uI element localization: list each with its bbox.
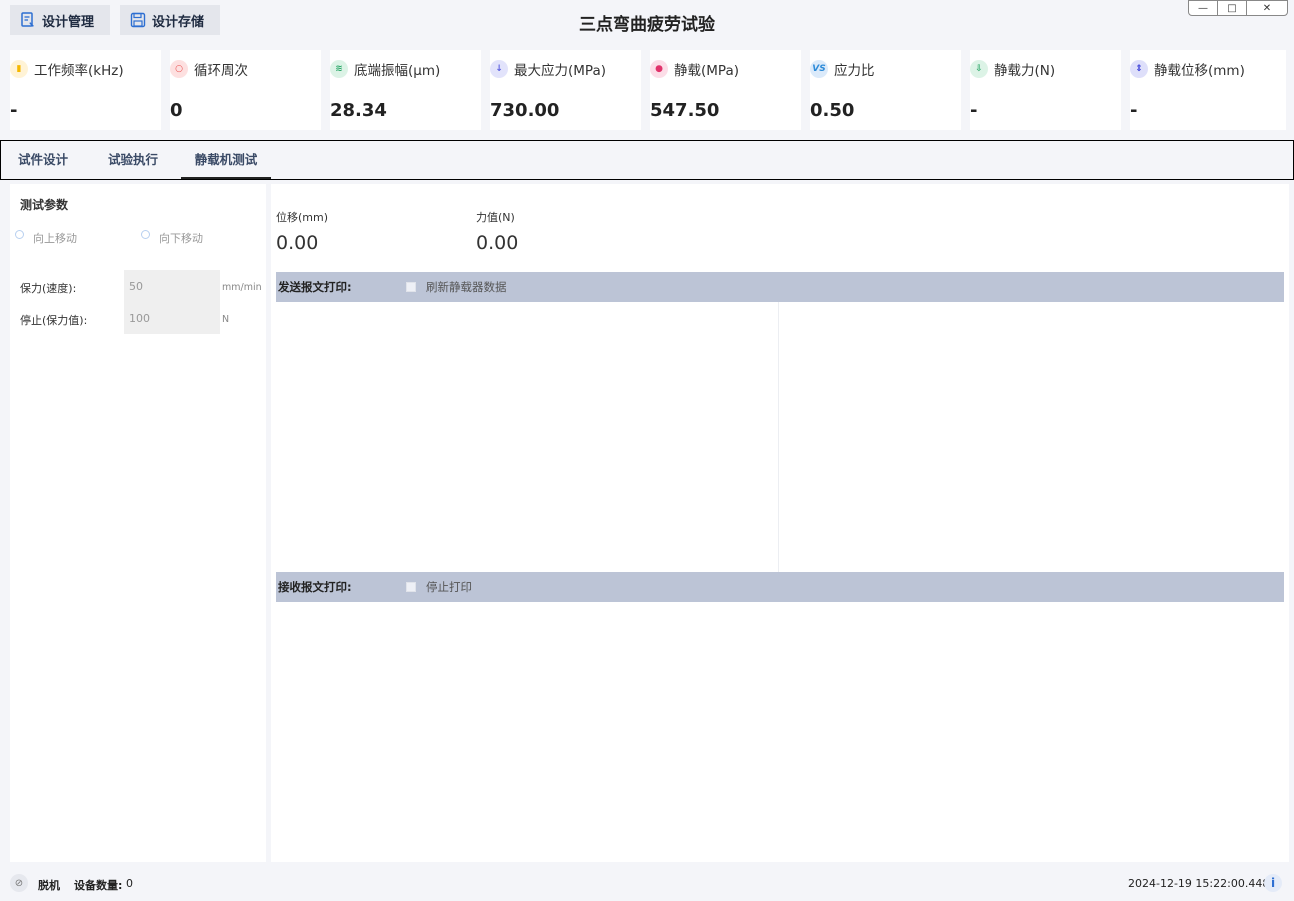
tab-test-execution[interactable]: 试验执行: [98, 141, 168, 179]
device-count-value: 0: [126, 877, 133, 890]
hold-speed-unit: mm/min: [222, 282, 262, 293]
stat-card-static-force: ⇩ 静载力(N) -: [970, 50, 1121, 130]
stop-hold-input[interactable]: [124, 302, 220, 334]
radio-label: 向上移动: [33, 232, 77, 245]
stat-card-frequency: ▮ 工作频率(kHz) -: [10, 50, 161, 130]
minimize-button[interactable]: —: [1188, 0, 1218, 16]
stat-card-cycles: ○ 循环周次 0: [170, 50, 321, 130]
link-broken-icon: ⊘: [10, 874, 28, 892]
stat-label: 应力比: [834, 63, 875, 79]
stat-value: -: [970, 100, 978, 121]
tab-specimen-design[interactable]: 试件设计: [9, 141, 77, 179]
recv-log-header: 接收报文打印: 停止打印: [276, 572, 1284, 602]
radio-move-down[interactable]: 向下移动: [141, 229, 203, 246]
radio-move-up[interactable]: 向上移动: [15, 229, 77, 246]
send-log-area[interactable]: [276, 302, 779, 572]
stat-label: 循环周次: [194, 63, 248, 79]
stat-value: -: [1130, 100, 1138, 121]
connection-status: 脱机: [38, 879, 60, 892]
weight-icon: ●: [650, 60, 668, 78]
stat-label: 最大应力(MPa): [514, 63, 606, 79]
checkbox-icon: [406, 582, 416, 592]
refresh-data-checkbox[interactable]: 刷新静载器数据: [406, 279, 507, 295]
stop-print-checkbox[interactable]: 停止打印: [406, 579, 472, 595]
stop-hold-label: 停止(保力值):: [20, 314, 88, 327]
stat-label: 静载位移(mm): [1154, 63, 1245, 79]
download-icon: ⇩: [970, 60, 988, 78]
checkbox-label: 刷新静载器数据: [426, 280, 507, 294]
stat-value: -: [10, 100, 18, 121]
bar-chart-icon: ▮: [10, 60, 28, 78]
tab-bar: 试件设计 试验执行 静载机测试: [0, 140, 1294, 180]
stat-value: 730.00: [490, 100, 560, 121]
radio-label: 向下移动: [159, 232, 203, 245]
radio-circle-icon: [141, 229, 150, 239]
send-log-area-secondary[interactable]: [780, 302, 1284, 572]
restore-button[interactable]: □: [1217, 0, 1247, 16]
timestamp: 2024-12-19 15:22:00.448: [1128, 877, 1270, 890]
send-log-label: 发送报文打印:: [278, 280, 352, 294]
stat-label: 静载力(N): [994, 63, 1056, 79]
wave-icon: ≋: [330, 60, 348, 78]
stat-value: 547.50: [650, 100, 720, 121]
stat-label: 工作频率(kHz): [34, 63, 124, 79]
hold-speed-input[interactable]: [124, 270, 220, 302]
test-params-panel: 测试参数 向上移动 向下移动 保力(速度): mm/min 停止(保力值): N: [10, 184, 266, 862]
panel-title: 测试参数: [20, 198, 69, 212]
close-button[interactable]: ✕: [1246, 0, 1288, 16]
radio-circle-icon: [15, 229, 24, 239]
stat-card-static-load: ● 静载(MPa) 547.50: [650, 50, 801, 130]
displacement-label: 位移(mm): [276, 211, 329, 224]
hold-speed-label: 保力(速度):: [20, 282, 77, 295]
status-bar: ⊘ 脱机 设备数量: 0 2024-12-19 15:22:00.448 i: [0, 866, 1294, 901]
arrow-down-icon: ↓: [490, 60, 508, 78]
ring-icon: ○: [170, 60, 188, 78]
info-icon[interactable]: i: [1264, 874, 1282, 892]
recv-log-label: 接收报文打印:: [278, 580, 352, 594]
stat-card-static-displacement: ⇕ 静载位移(mm) -: [1130, 50, 1286, 130]
stat-value: 0.50: [810, 100, 855, 121]
stat-value: 28.34: [330, 100, 387, 121]
app-title: 三点弯曲疲劳试验: [579, 15, 715, 35]
window-controls: — □ ✕: [1188, 0, 1288, 16]
stat-card-amplitude: ≋ 底端振幅(μm) 28.34: [330, 50, 481, 130]
checkbox-icon: [406, 282, 416, 292]
displacement-value: 0.00: [276, 232, 319, 254]
stat-label: 底端振幅(μm): [354, 63, 441, 79]
stat-value: 0: [170, 100, 183, 121]
stop-hold-unit: N: [222, 314, 230, 325]
title-bar: 设计管理 设计存储 三点弯曲疲劳试验 — □ ✕: [0, 0, 1294, 42]
tab-static-machine-test[interactable]: 静载机测试: [181, 141, 271, 179]
force-label: 力值(N): [476, 211, 515, 224]
stat-card-stress-ratio: VS 应力比 0.50: [810, 50, 961, 130]
send-log-header: 发送报文打印: 刷新静载器数据: [276, 272, 1284, 302]
static-machine-panel: 位移(mm) 0.00 力值(N) 0.00 发送报文打印: 刷新静载器数据 接…: [271, 184, 1289, 862]
stat-label: 静载(MPa): [674, 63, 739, 79]
stats-row: ▮ 工作频率(kHz) - ○ 循环周次 0 ≋ 底端振幅(μm) 28.34 …: [10, 50, 1286, 130]
force-value: 0.00: [476, 232, 519, 254]
displacement-icon: ⇕: [1130, 60, 1148, 78]
checkbox-label: 停止打印: [426, 580, 472, 594]
recv-log-area[interactable]: [276, 602, 1284, 858]
vs-icon: VS: [810, 60, 828, 78]
stat-card-max-stress: ↓ 最大应力(MPa) 730.00: [490, 50, 641, 130]
device-count-label: 设备数量:: [74, 879, 123, 892]
